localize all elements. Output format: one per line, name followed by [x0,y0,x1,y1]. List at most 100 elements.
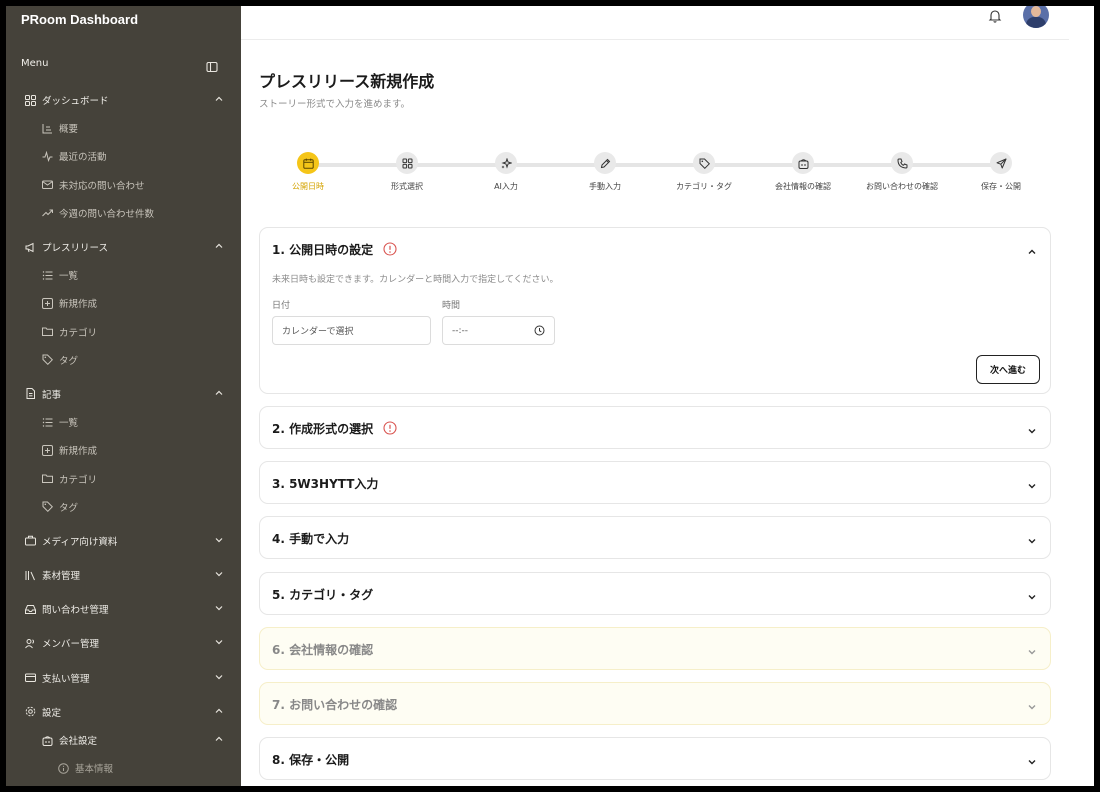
sidebar-group-label: プレスリリース [42,243,109,255]
step-format[interactable]: 形式選択 [367,152,447,192]
sidebar-item-label: 未対応の問い合わせ [59,180,145,192]
avatar[interactable] [1023,6,1049,28]
next-button[interactable]: 次へ進む [976,355,1040,384]
sidebar-item-press-list[interactable]: 一覧 [6,261,241,289]
section-header[interactable]: 4. 手動で入力 [272,517,349,559]
section-save-publish[interactable]: 8. 保存・公開 [259,737,1051,780]
section-format-selection[interactable]: 2. 作成形式の選択 [259,406,1051,449]
chevron-down-icon[interactable] [1026,477,1038,489]
section-header[interactable]: 7. お問い合わせの確認 [272,683,397,725]
folder-icon [40,472,54,486]
sidebar-group-press-release[interactable]: プレスリリース [6,233,241,261]
section-category-tag[interactable]: 5. カテゴリ・タグ [259,572,1051,615]
sidebar-group-media-kit[interactable]: メディア向け資料 [6,527,241,555]
chevron-down-icon[interactable] [1026,753,1038,765]
section-company-info[interactable]: 6. 会社情報の確認 [259,627,1051,670]
sidebar-item-label: 最近の活動 [59,152,107,164]
step-publish-date[interactable]: 公開日時 [268,152,348,192]
sidebar-group-inquiries[interactable]: 問い合わせ管理 [6,595,241,623]
list-icon [40,268,54,282]
sidebar-item-pending-inquiries[interactable]: 未対応の問い合わせ [6,171,241,199]
chevron-up-icon [214,241,226,253]
chevron-down-icon[interactable] [1026,698,1038,710]
sidebar-item-label: 基本情報 [75,764,114,776]
sidebar-item-label: タグ [59,355,79,367]
step-label: カテゴリ・タグ [676,182,732,191]
sidebar-item-weekly-inquiries[interactable]: 今週の問い合わせ件数 [6,199,241,227]
sidebar-group-payments[interactable]: 支払い管理 [6,664,241,692]
briefcase-icon [23,534,37,548]
sidebar-item-label: 今週の問い合わせ件数 [59,208,155,220]
section-header[interactable]: 2. 作成形式の選択 [272,407,397,449]
sidebar-nav: ダッシュボード 概要 最近の活動 未対応の問い合わせ 今週の問い合わせ件数 プレ… [6,86,241,782]
section-manual-input[interactable]: 4. 手動で入力 [259,516,1051,559]
step-label: 会社情報の確認 [775,182,831,191]
section-header[interactable]: 1. 公開日時の設定 [272,228,397,270]
page-subtitle: ストーリー形式で入力を進めます。 [259,99,411,110]
sidebar-item-press-tag[interactable]: タグ [6,346,241,374]
mail-icon [40,178,54,192]
step-save-publish[interactable]: 保存・公開 [961,152,1041,192]
section-header[interactable]: 6. 会社情報の確認 [272,628,373,670]
sidebar-item-label: カテゴリ [59,327,98,339]
step-label: お問い合わせの確認 [866,182,938,191]
section-publish-datetime: 1. 公開日時の設定 未来日時も設定できます。カレンダーと時間入力で指定してくだ… [259,227,1051,394]
sidebar-group-dashboard[interactable]: ダッシュボード [6,86,241,114]
sidebar-item-overview[interactable]: 概要 [6,114,241,142]
sidebar-group-assets[interactable]: 素材管理 [6,561,241,589]
sidebar-item-label: 新規作成 [59,299,98,311]
chevron-down-icon[interactable] [1026,643,1038,655]
chevron-up-icon [214,388,226,400]
progress-stepper: 公開日時 形式選択 AI入力 手動入力 カテゴリ・タグ 会社情報の確認 お問い合… [259,152,1051,202]
sidebar-group-articles[interactable]: 記事 [6,380,241,408]
sidebar-item-company-settings[interactable]: 会社設定 [6,726,241,754]
bell-icon[interactable] [988,8,1004,24]
section-5w3h-input[interactable]: 3. 5W3HYTT入力 [259,461,1051,504]
sidebar-item-article-list[interactable]: 一覧 [6,408,241,436]
section-contact-confirm[interactable]: 7. お問い合わせの確認 [259,682,1051,725]
sidebar-item-press-category[interactable]: カテゴリ [6,318,241,346]
phone-icon [891,152,913,174]
chevron-down-icon[interactable] [1026,422,1038,434]
section-header[interactable]: 3. 5W3HYTT入力 [272,462,378,504]
sidebar-group-label: メンバー管理 [42,639,100,651]
sparkles-icon [495,152,517,174]
sidebar-item-article-new[interactable]: 新規作成 [6,436,241,464]
sidebar-item-article-category[interactable]: カテゴリ [6,464,241,492]
sidebar-item-basic-info[interactable]: 基本情報 [6,754,241,782]
section-header[interactable]: 5. カテゴリ・タグ [272,573,373,615]
sidebar-group-members[interactable]: メンバー管理 [6,629,241,657]
plus-square-icon [40,443,54,457]
sidebar-item-recent-activity[interactable]: 最近の活動 [6,142,241,170]
tag-icon [40,353,54,367]
step-label: 公開日時 [292,182,324,191]
sidebar-toggle-icon[interactable] [206,58,218,77]
sidebar-item-label: 概要 [59,124,79,136]
sidebar-group-settings[interactable]: 設定 [6,698,241,726]
clock-icon[interactable] [534,325,545,339]
chevron-up-icon[interactable] [1026,243,1038,255]
sidebar-group-label: 設定 [42,707,62,719]
chevron-down-icon[interactable] [1026,532,1038,544]
step-company-info[interactable]: 会社情報の確認 [763,152,843,192]
section-title: 5. カテゴリ・タグ [272,587,374,602]
chevron-down-icon[interactable] [1026,588,1038,600]
chevron-down-icon [214,535,226,547]
section-title: 6. 会社情報の確認 [272,642,374,657]
chevron-down-icon [214,569,226,581]
step-ai-input[interactable]: AI入力 [466,152,546,192]
step-contact[interactable]: お問い合わせの確認 [862,152,942,192]
app-window: PRoom Dashboard Menu ダッシュボード 概要 最近の活動 未対 [6,6,1094,786]
sidebar-item-press-new[interactable]: 新規作成 [6,289,241,317]
step-category-tag[interactable]: カテゴリ・タグ [664,152,744,192]
activity-icon [40,149,54,163]
step-manual-input[interactable]: 手動入力 [565,152,645,192]
menu-label: Menu [21,58,49,69]
info-icon [56,761,70,775]
date-picker-input[interactable]: カレンダーで選択 [272,316,431,345]
sidebar-item-article-tag[interactable]: タグ [6,493,241,521]
section-header[interactable]: 8. 保存・公開 [272,738,349,780]
building-icon [792,152,814,174]
time-input[interactable]: --:-- [442,316,555,345]
file-icon [23,387,37,401]
